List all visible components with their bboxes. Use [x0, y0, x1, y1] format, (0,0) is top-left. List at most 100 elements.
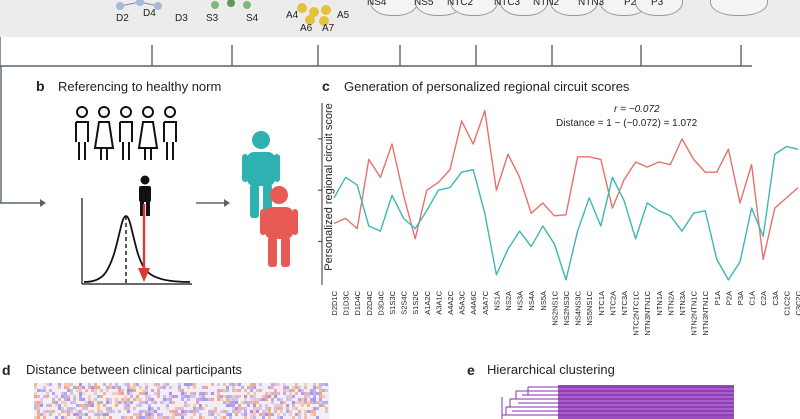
heatmap-cell	[76, 386, 79, 389]
heatmap-cell	[217, 383, 220, 386]
heatmap-cell	[202, 395, 205, 398]
heatmap-cell	[34, 404, 37, 407]
heatmap-cell	[97, 395, 100, 398]
heatmap-cell	[181, 392, 184, 395]
heatmap-cell	[127, 398, 130, 401]
heatmap-cell	[262, 395, 265, 398]
heatmap-cell	[313, 401, 316, 404]
heatmap-cell	[58, 386, 61, 389]
heatmap-cell	[244, 410, 247, 413]
heatmap-cell	[268, 392, 271, 395]
heatmap-cell	[184, 410, 187, 413]
heatmap-cell	[106, 413, 109, 416]
heatmap-cell	[34, 392, 37, 395]
heatmap-cell	[313, 386, 316, 389]
heatmap-cell	[34, 386, 37, 389]
heatmap-cell	[310, 410, 313, 413]
heatmap-cell	[169, 401, 172, 404]
heatmap-cell	[187, 395, 190, 398]
heatmap-cell	[136, 395, 139, 398]
heatmap-cell	[313, 389, 316, 392]
heatmap-cell	[49, 413, 52, 416]
heatmap-cell	[52, 398, 55, 401]
x-tick-label: D1D4C	[353, 290, 362, 315]
flow-line-left	[0, 66, 2, 203]
heatmap-cell	[100, 395, 103, 398]
heatmap-cell	[172, 410, 175, 413]
heatmap-cell	[40, 404, 43, 407]
heatmap-cell	[226, 389, 229, 392]
heatmap-cell	[166, 383, 169, 386]
heatmap-cell	[88, 404, 91, 407]
heatmap-cell	[136, 413, 139, 416]
heatmap-cell	[94, 398, 97, 401]
heatmap-cell	[313, 413, 316, 416]
healthy-norm-group-icon	[75, 106, 177, 160]
heatmap-cell	[304, 410, 307, 413]
heatmap-cell	[73, 401, 76, 404]
heatmap-cell	[109, 401, 112, 404]
heatmap-cell	[313, 383, 316, 386]
heatmap-cell	[100, 410, 103, 413]
heatmap-cell	[73, 386, 76, 389]
chart-x-tick-labels: D2D1C D1D3C D1D4C D2D4C D3D4C S1S3C S2S4C S1S2C…	[330, 290, 800, 335]
heatmap-cell	[106, 398, 109, 401]
heatmap-cell	[112, 410, 115, 413]
heatmap-cell	[97, 404, 100, 407]
heatmap-cell	[130, 389, 133, 392]
heatmap-cell	[283, 389, 286, 392]
heatmap-cell	[91, 410, 94, 413]
heatmap-cell	[283, 392, 286, 395]
heatmap-cell	[289, 413, 292, 416]
region-label: D2	[116, 13, 129, 24]
heatmap-cell	[226, 413, 229, 416]
heatmap-cell	[157, 383, 160, 386]
heatmap-cell	[280, 404, 283, 407]
heatmap-cell	[193, 386, 196, 389]
heatmap-cell	[70, 410, 73, 413]
heatmap-cell	[73, 407, 76, 410]
heatmap-cell	[91, 404, 94, 407]
heatmap-cell	[220, 389, 223, 392]
heatmap-cell	[115, 392, 118, 395]
region-label: NTC2	[447, 0, 474, 8]
heatmap-cell	[115, 398, 118, 401]
heatmap-cell	[79, 386, 82, 389]
heatmap-cell	[301, 398, 304, 401]
heatmap-cell	[133, 407, 136, 410]
heatmap-cell	[151, 410, 154, 413]
heatmap-cell	[184, 395, 187, 398]
heatmap-cell	[73, 395, 76, 398]
heatmap-cell	[49, 383, 52, 386]
x-tick-label: S2S4C	[400, 290, 409, 314]
heatmap-cell	[241, 386, 244, 389]
chart-series	[333, 109, 799, 281]
heatmap-cell	[289, 395, 292, 398]
heatmap-cell	[253, 392, 256, 395]
heatmap-cell	[286, 410, 289, 413]
x-tick-label: NTC3A	[620, 291, 629, 316]
x-tick-label: NTN2A	[666, 291, 675, 316]
heatmap-cell	[235, 383, 238, 386]
heatmap-cell	[298, 401, 301, 404]
heatmap-cell	[310, 413, 313, 416]
panel-b-title: Referencing to healthy norm	[58, 79, 222, 94]
heatmap-cell	[322, 395, 325, 398]
heatmap-cell	[46, 410, 49, 413]
heatmap-cell	[85, 404, 88, 407]
heatmap-cell	[43, 395, 46, 398]
heatmap-cell	[292, 389, 295, 392]
region-label: P3	[651, 0, 664, 8]
heatmap-cell	[235, 401, 238, 404]
heatmap-cell	[307, 410, 310, 413]
heatmap-cell	[88, 410, 91, 413]
heatmap-cell	[277, 398, 280, 401]
heatmap-cell	[310, 389, 313, 392]
heatmap-cell	[211, 413, 214, 416]
heatmap-cell	[163, 386, 166, 389]
heatmap-cell	[172, 401, 175, 404]
heatmap-cell	[178, 413, 181, 416]
heatmap-cell	[112, 386, 115, 389]
heatmap-cell	[238, 407, 241, 410]
heatmap-cell	[265, 413, 268, 416]
